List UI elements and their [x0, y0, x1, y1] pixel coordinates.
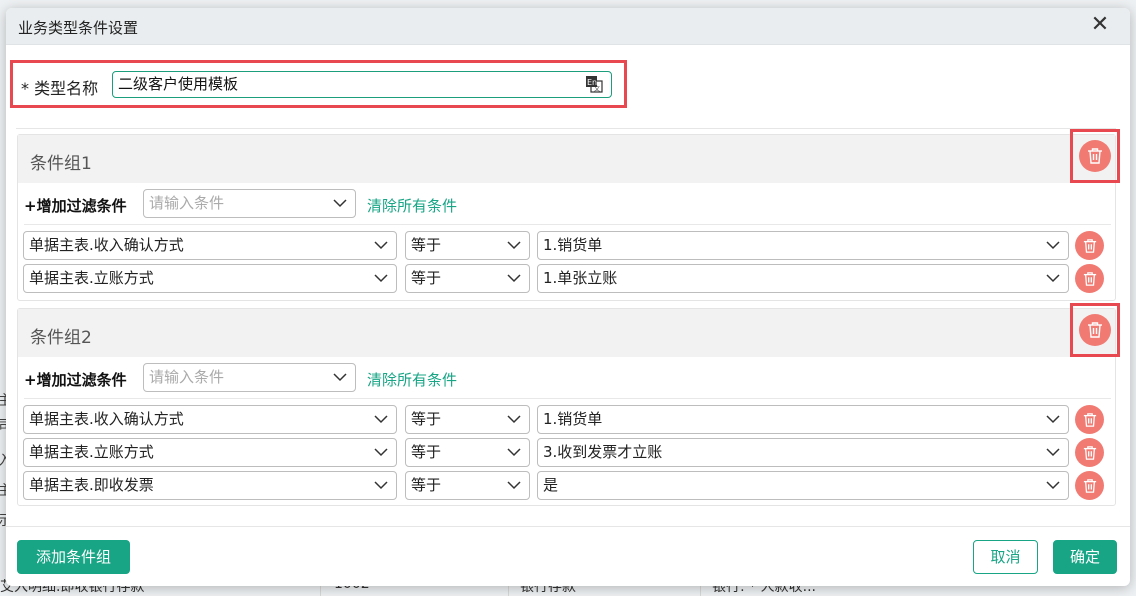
trash-icon — [1083, 445, 1096, 460]
trash-icon — [1083, 478, 1096, 493]
condition-group-header: 条件组1 — [18, 129, 1120, 183]
svg-text:文: 文 — [594, 85, 600, 93]
condition-select[interactable]: 请输入条件 — [143, 189, 356, 218]
field-select[interactable]: 单据主表.收入确认方式 — [23, 405, 397, 434]
add-condition-group-button[interactable]: 添加条件组 — [17, 540, 130, 574]
operator-select-value: 等于 — [411, 236, 442, 254]
clear-all-conditions-link[interactable]: 清除所有条件 — [367, 195, 457, 216]
condition-group-title: 条件组2 — [30, 328, 92, 348]
value-select[interactable]: 是 — [537, 471, 1069, 500]
operator-select[interactable]: 等于 — [405, 231, 530, 260]
clear-all-conditions-link[interactable]: 清除所有条件 — [367, 369, 457, 390]
operator-select[interactable]: 等于 — [405, 264, 530, 293]
value-select[interactable]: 1.单张立账 — [537, 264, 1069, 293]
chevron-down-icon — [333, 199, 347, 208]
condition-select-placeholder: 请输入条件 — [149, 368, 225, 386]
value-select[interactable]: 3.收到发票才立账 — [537, 438, 1069, 467]
chevron-down-icon — [507, 274, 521, 283]
cancel-button[interactable]: 取消 — [973, 540, 1038, 574]
chevron-down-icon — [507, 415, 521, 424]
trash-icon — [1088, 148, 1102, 164]
delete-condition-button[interactable] — [1075, 231, 1104, 260]
type-name-input[interactable]: 二级客户使用模板 — [112, 71, 612, 98]
field-select-value: 单据主表.立账方式 — [29, 443, 154, 461]
operator-select[interactable]: 等于 — [405, 438, 530, 467]
field-select[interactable]: 单据主表.立账方式 — [23, 264, 397, 293]
chevron-down-icon — [1046, 448, 1060, 457]
trash-icon — [1088, 322, 1102, 338]
value-select-value: 1.销货单 — [543, 410, 603, 428]
input-method-icon[interactable]: En 文 — [585, 75, 603, 93]
delete-group-button[interactable] — [1079, 314, 1111, 346]
chevron-down-icon — [1046, 274, 1060, 283]
condition-group: 条件组1 +增加过滤条件 请输入条件 清除所有条件 单据主表.收入确认方式 等于… — [17, 129, 1120, 301]
operator-select-value: 等于 — [411, 269, 442, 287]
delete-condition-button[interactable] — [1075, 438, 1104, 467]
operator-select-value: 等于 — [411, 410, 442, 428]
condition-group: 条件组2 +增加过滤条件 请输入条件 清除所有条件 单据主表.收入确认方式 等于… — [17, 303, 1120, 506]
field-select[interactable]: 单据主表.收入确认方式 — [23, 231, 397, 260]
trash-icon — [1083, 238, 1096, 253]
type-name-label: * 类型名称 — [21, 79, 99, 98]
chevron-down-icon — [374, 481, 388, 490]
delete-condition-button[interactable] — [1075, 264, 1104, 293]
delete-condition-button[interactable] — [1075, 471, 1104, 500]
confirm-button[interactable]: 确定 — [1053, 540, 1117, 574]
dialog-title: 业务类型条件设置 — [18, 19, 139, 37]
condition-group-header: 条件组2 — [18, 303, 1120, 357]
trash-icon — [1083, 271, 1096, 286]
type-name-highlight: * 类型名称 二级客户使用模板 En 文 — [10, 60, 627, 108]
chevron-down-icon — [374, 241, 388, 250]
field-select-value: 单据主表.收入确认方式 — [29, 410, 184, 428]
operator-select-value: 等于 — [411, 443, 442, 461]
value-select-value: 1.销货单 — [543, 236, 603, 254]
operator-select[interactable]: 等于 — [405, 405, 530, 434]
add-filter-button[interactable]: +增加过滤条件 — [24, 369, 127, 390]
delete-condition-button[interactable] — [1075, 405, 1104, 434]
chevron-down-icon — [333, 373, 347, 382]
operator-select[interactable]: 等于 — [405, 471, 530, 500]
chevron-down-icon — [374, 415, 388, 424]
value-select-value: 3.收到发票才立账 — [543, 443, 663, 461]
field-select[interactable]: 单据主表.立账方式 — [23, 438, 397, 467]
condition-group-title: 条件组1 — [30, 154, 92, 174]
delete-group-highlight — [1070, 129, 1120, 183]
chevron-down-icon — [374, 448, 388, 457]
close-icon[interactable]: ✕ — [1088, 14, 1112, 38]
chevron-down-icon — [507, 241, 521, 250]
chevron-down-icon — [1046, 241, 1060, 250]
dialog-header: 业务类型条件设置 ✕ — [6, 8, 1130, 45]
condition-select-placeholder: 请输入条件 — [149, 194, 225, 212]
value-select[interactable]: 1.销货单 — [537, 405, 1069, 434]
condition-settings-dialog: 业务类型条件设置 ✕ * 类型名称 二级客户使用模板 En 文 条件组1 +增加… — [6, 8, 1130, 586]
chevron-down-icon — [1046, 481, 1060, 490]
delete-group-highlight — [1070, 303, 1120, 357]
value-select[interactable]: 1.销货单 — [537, 231, 1069, 260]
field-select-value: 单据主表.即收发票 — [29, 476, 154, 494]
chevron-down-icon — [507, 481, 521, 490]
value-select-value: 是 — [543, 476, 559, 494]
delete-group-button[interactable] — [1079, 140, 1111, 172]
condition-select[interactable]: 请输入条件 — [143, 363, 356, 392]
field-select-value: 单据主表.立账方式 — [29, 269, 154, 287]
add-filter-button[interactable]: +增加过滤条件 — [24, 195, 127, 216]
trash-icon — [1083, 412, 1096, 427]
operator-select-value: 等于 — [411, 476, 442, 494]
field-select[interactable]: 单据主表.即收发票 — [23, 471, 397, 500]
chevron-down-icon — [374, 274, 388, 283]
chevron-down-icon — [1046, 415, 1060, 424]
value-select-value: 1.单张立账 — [543, 269, 618, 287]
field-select-value: 单据主表.收入确认方式 — [29, 236, 184, 254]
chevron-down-icon — [507, 448, 521, 457]
